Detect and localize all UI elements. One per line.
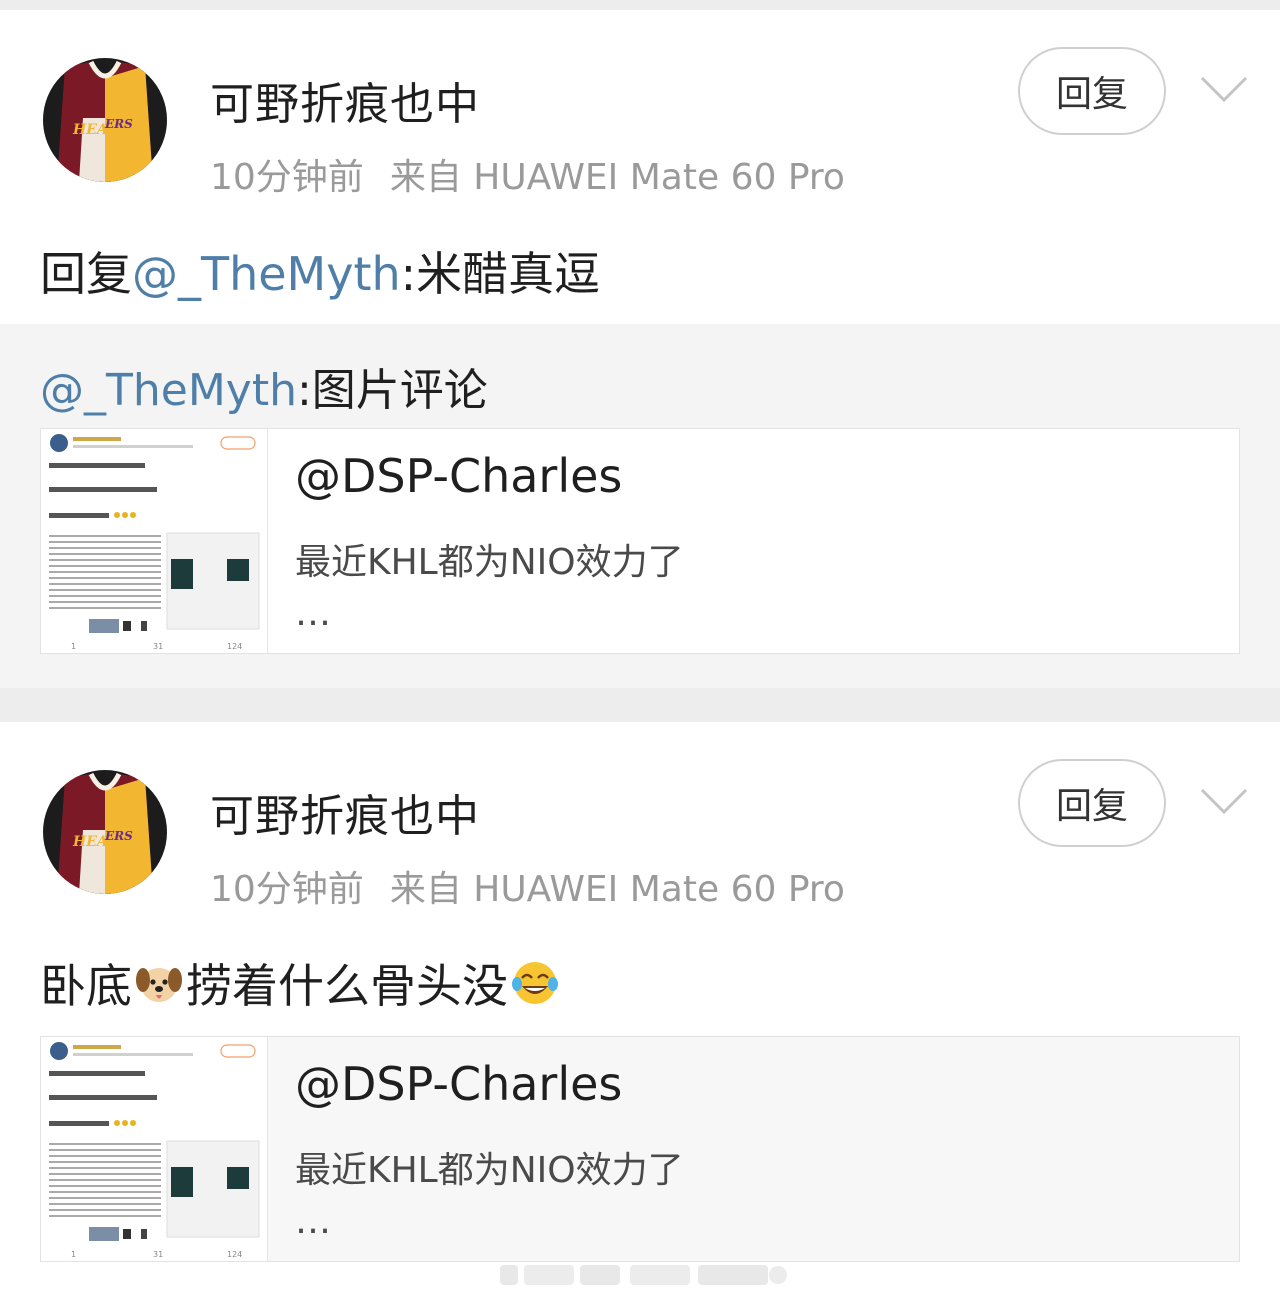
top-divider [0,0,1280,10]
quoted-comment[interactable]: @_TheMyth:图片评论 1 31 124 @DSP-Charles 最近K… [0,324,1280,688]
comment-body-part: 捞着什么骨头没 [186,959,508,1013]
card-description: 最近KHL都为NIO效力了 [295,542,684,583]
comment-body: :米醋真逗 [400,247,601,301]
timestamp: 10分钟前 [210,869,364,910]
comment-text: 卧底 捞着什么骨头没 [40,950,562,1016]
avatar[interactable]: HEAT ERS [43,770,167,894]
card-title: @DSP-Charles [295,449,623,503]
card-ellipsis: … [295,593,331,634]
quoted-body: :图片评论 [296,365,488,416]
reply-button[interactable]: 回复 [1018,759,1166,847]
linked-post-card[interactable]: 1 31 124 @DSP-Charles 最近KHL都为NIO效力了 … [40,428,1240,654]
card-description: 最近KHL都为NIO效力了 [295,1150,684,1191]
watermark-graphic [500,1265,787,1285]
comment-text: 回复@_TheMyth:米醋真逗 [40,238,600,304]
comment-meta: 10分钟前 来自 HUAWEI Mate 60 Pro [210,860,845,912]
mention-link[interactable]: @_TheMyth [132,247,401,301]
section-divider [0,688,1280,722]
linked-post-card[interactable]: 1 31 124 @DSP-Charles 最近KHL都为NIO效力了 … [40,1036,1240,1262]
svg-text:31: 31 [153,642,163,651]
dog-face-emoji [136,968,182,1002]
chevron-down-icon[interactable] [1198,784,1250,820]
svg-text:ERS: ERS [104,117,133,131]
username[interactable]: 可野折痕也中 [210,780,480,844]
card-ellipsis: … [295,1201,331,1242]
mention-link[interactable]: @_TheMyth [40,365,297,416]
card-title: @DSP-Charles [295,1057,623,1111]
device-source: 来自 HUAWEI Mate 60 Pro [389,157,845,198]
comment-meta: 10分钟前 来自 HUAWEI Mate 60 Pro [210,148,845,200]
svg-text:31: 31 [153,1250,163,1259]
reply-button[interactable]: 回复 [1018,47,1166,135]
quoted-text: @_TheMyth:图片评论 [40,354,488,418]
post-thumbnail: 1 31 124 [41,429,268,653]
reply-prefix: 回复 [40,247,132,301]
svg-text:ERS: ERS [104,829,133,843]
timestamp: 10分钟前 [210,157,364,198]
chevron-down-icon[interactable] [1198,72,1250,108]
device-source: 来自 HUAWEI Mate 60 Pro [389,869,845,910]
post-thumbnail: 1 31 124 [41,1037,268,1261]
comment-body-part: 卧底 [40,959,132,1013]
svg-text:1: 1 [71,1250,76,1259]
svg-text:124: 124 [227,642,242,651]
username[interactable]: 可野折痕也中 [210,68,480,132]
svg-text:1: 1 [71,642,76,651]
tears-of-joy-emoji [512,962,558,1004]
svg-text:124: 124 [227,1250,242,1259]
avatar[interactable]: HEAT ERS [43,58,167,182]
